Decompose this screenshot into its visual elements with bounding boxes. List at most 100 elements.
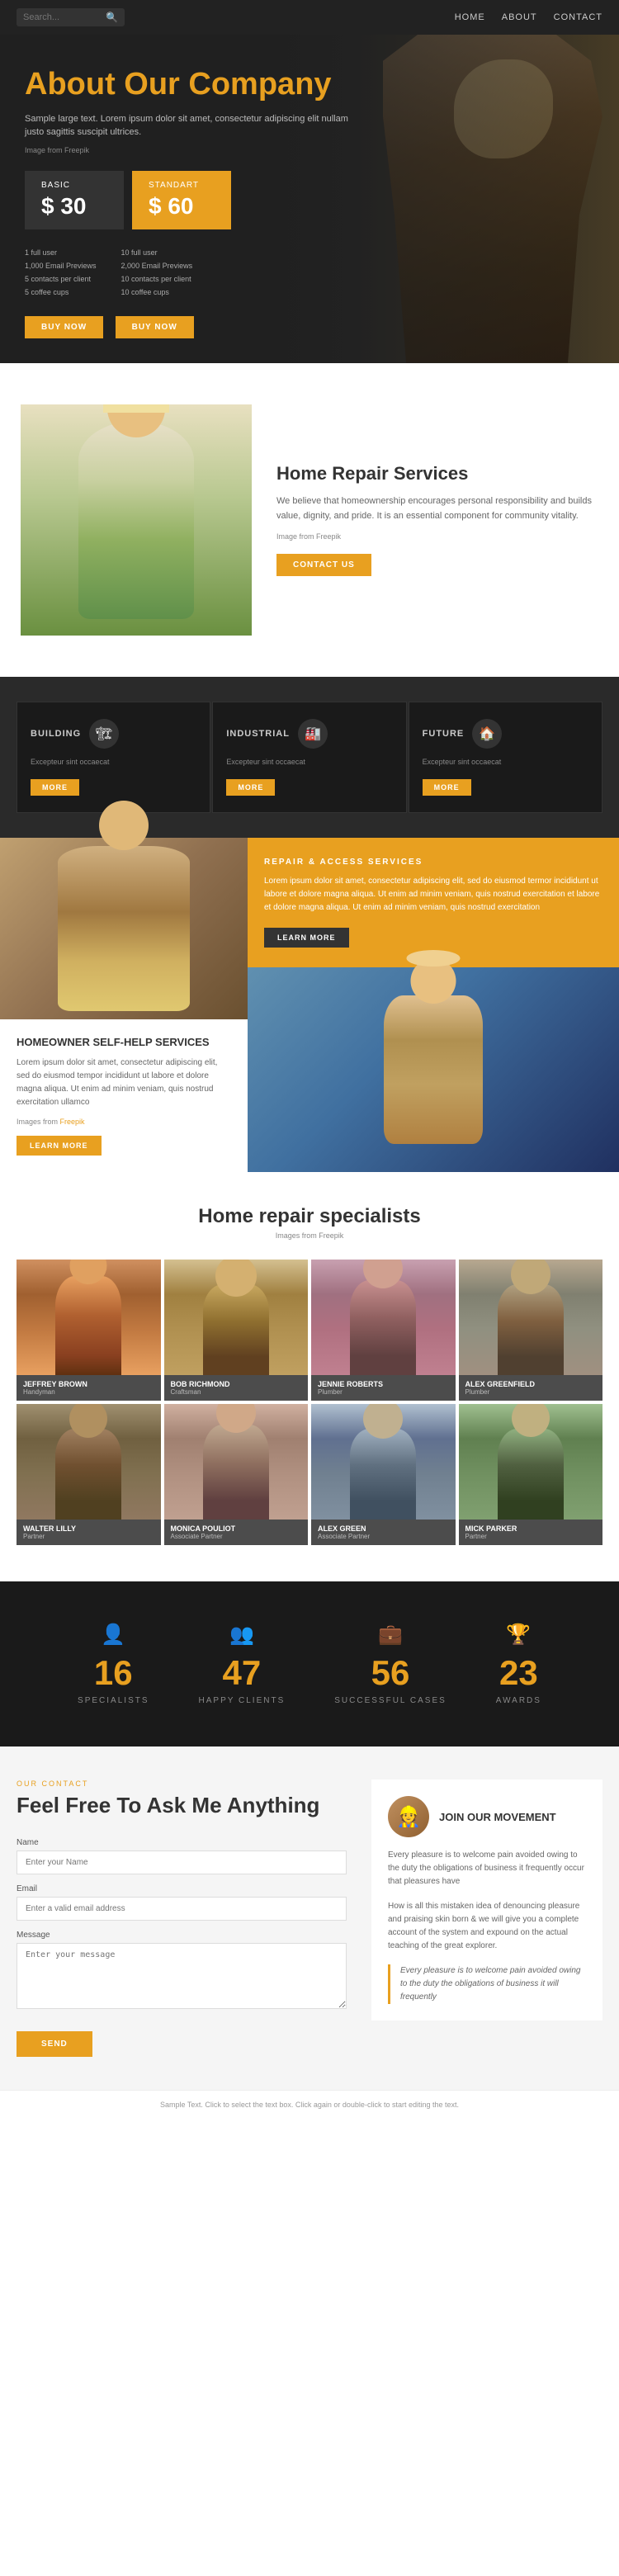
search-container[interactable]: 🔍 [17, 8, 125, 26]
services-row: Home Repair Services We believe that hom… [21, 404, 598, 636]
nav-links: HOME ABOUT CONTACT [455, 12, 602, 22]
nav-contact[interactable]: CONTACT [554, 12, 602, 22]
bob-role: Craftsman [171, 1388, 302, 1396]
repair-access-desc: Lorem ipsum dolor sit amet, consectetur … [264, 875, 602, 915]
homeowner-learn-button[interactable]: LEARN MORE [17, 1136, 102, 1156]
clients-number: 47 [199, 1653, 286, 1693]
message-input[interactable] [17, 1943, 347, 2009]
homeowner-desc: Lorem ipsum dolor sit amet, consectetur … [17, 1056, 231, 1109]
freepik-link[interactable]: Freepik [60, 1118, 85, 1126]
search-input[interactable] [23, 12, 106, 22]
future-more-button[interactable]: MORE [423, 779, 471, 796]
alex-g-name: ALEX GREENFIELD [465, 1380, 597, 1388]
jeffrey-info: JEFFREY BROWN Handyman [17, 1375, 161, 1401]
monica-role: Associate Partner [171, 1533, 302, 1540]
dark-services-section: BUILDING 🏗 Excepteur sint occaecat MORE … [0, 677, 619, 839]
specialists-grid: JEFFREY BROWN Handyman BOB RICHMOND Craf… [17, 1260, 602, 1545]
future-desc: Excepteur sint occaecat [423, 757, 588, 768]
standard-price: $ 60 [149, 193, 215, 220]
walter-role: Partner [23, 1533, 154, 1540]
email-input[interactable] [17, 1897, 347, 1921]
contact-right: 👷 JOIN OUR MOVEMENT Every pleasure is to… [371, 1780, 602, 2057]
walter-info: WALTER LILLY Partner [17, 1520, 161, 1545]
alex-green-photo [311, 1404, 456, 1520]
stat-clients: 👥 47 HAPPY CLIENTS [199, 1623, 286, 1705]
contact-section: OUR CONTACT Feel Free To Ask Me Anything… [0, 1746, 619, 2090]
monica-info: MONICA POULIOT Associate Partner [164, 1520, 309, 1545]
specialist-alex-green: ALEX GREEN Associate Partner [311, 1404, 456, 1545]
worker-figure [21, 404, 252, 636]
home-repair-section: Home Repair Services We believe that hom… [0, 363, 619, 677]
contact-form: OUR CONTACT Feel Free To Ask Me Anything… [17, 1780, 347, 2057]
homeowner-freepik: Images from Freepik [17, 1118, 231, 1126]
cases-icon: 💼 [334, 1623, 447, 1647]
repair-section: HOMEOWNER SELF-HELP SERVICES Lorem ipsum… [0, 838, 619, 1172]
building-card: BUILDING 🏗 Excepteur sint occaecat MORE [17, 702, 210, 814]
name-group: Name [17, 1838, 347, 1874]
monica-name: MONICA POULIOT [171, 1524, 302, 1533]
specialist-monica: MONICA POULIOT Associate Partner [164, 1404, 309, 1545]
movement-desc-2: How is all this mistaken idea of denounc… [388, 1900, 586, 1953]
stat-awards: 🏆 23 AWARDS [496, 1623, 541, 1705]
repair-left: HOMEOWNER SELF-HELP SERVICES Lorem ipsum… [0, 838, 248, 1172]
basic-price-card: BASIC $ 30 [25, 171, 124, 229]
stats-row: 👤 16 SPECIALISTS 👥 47 HAPPY CLIENTS 💼 56… [17, 1623, 602, 1705]
building-title: BUILDING [31, 729, 81, 739]
bob-photo [164, 1260, 309, 1375]
mick-photo [459, 1404, 603, 1520]
walter-name: WALTER LILLY [23, 1524, 154, 1533]
basic-features: 1 full user 1,000 Email Previews 5 conta… [25, 246, 97, 300]
specialist-jeffrey: JEFFREY BROWN Handyman [17, 1260, 161, 1401]
hero-section: About Our Company Sample large text. Lor… [0, 35, 619, 363]
specialists-freepik: Images from Freepik [17, 1231, 602, 1240]
movement-title: JOIN OUR MOVEMENT [439, 1811, 556, 1823]
movement-avatar: 👷 [388, 1796, 429, 1837]
jennie-role: Plumber [318, 1388, 449, 1396]
mick-info: MICK PARKER Partner [459, 1520, 603, 1545]
alex-green-role: Associate Partner [318, 1533, 449, 1540]
industrial-title: INDUSTRIAL [226, 729, 290, 739]
jeffrey-role: Handyman [23, 1388, 154, 1396]
movement-card: 👷 JOIN OUR MOVEMENT Every pleasure is to… [371, 1780, 602, 2021]
repair-access-card: REPAIR & ACCESS SERVICES Lorem ipsum dol… [248, 838, 619, 967]
hero-content: About Our Company Sample large text. Lor… [0, 35, 380, 363]
specialist-mick: MICK PARKER Partner [459, 1404, 603, 1545]
pricing-cards: BASIC $ 30 STANDART $ 60 [25, 171, 355, 229]
jennie-info: JENNIE ROBERTS Plumber [311, 1375, 456, 1401]
buy-now-standard-button[interactable]: BUY NOW [116, 316, 194, 338]
repair-right: REPAIR & ACCESS SERVICES Lorem ipsum dol… [248, 838, 619, 1172]
movement-header: 👷 JOIN OUR MOVEMENT [388, 1796, 586, 1837]
building-more-button[interactable]: MORE [31, 779, 79, 796]
cases-number: 56 [334, 1653, 447, 1693]
alex-green-info: ALEX GREEN Associate Partner [311, 1520, 456, 1545]
alex-g-info: ALEX GREENFIELD Plumber [459, 1375, 603, 1401]
specialists-title: Home repair specialists [17, 1205, 602, 1228]
industrial-desc: Excepteur sint occaecat [226, 757, 392, 768]
name-label: Name [17, 1838, 347, 1847]
industrial-header: INDUSTRIAL 🏭 [226, 719, 392, 749]
awards-label: AWARDS [496, 1696, 541, 1705]
specialist-bob: BOB RICHMOND Craftsman [164, 1260, 309, 1401]
nav-home[interactable]: HOME [455, 12, 485, 22]
clients-icon: 👥 [199, 1623, 286, 1647]
standard-label: STANDART [149, 181, 215, 190]
contact-us-button[interactable]: CONTACT US [276, 554, 371, 576]
footer: Sample Text. Click to select the text bo… [0, 2090, 619, 2119]
services-freepik: Image from Freepik [276, 532, 598, 541]
specialist-jennie: JENNIE ROBERTS Plumber [311, 1260, 456, 1401]
hero-description: Sample large text. Lorem ipsum dolor sit… [25, 112, 355, 139]
building-icon: 🏗 [89, 719, 119, 749]
awards-icon: 🏆 [496, 1623, 541, 1647]
bob-name: BOB RICHMOND [171, 1380, 302, 1388]
mick-name: MICK PARKER [465, 1524, 597, 1533]
dark-cards: BUILDING 🏗 Excepteur sint occaecat MORE … [17, 702, 602, 814]
name-input[interactable] [17, 1850, 347, 1874]
message-group: Message [17, 1931, 347, 2013]
industrial-more-button[interactable]: MORE [226, 779, 275, 796]
specialist-alex-g: ALEX GREENFIELD Plumber [459, 1260, 603, 1401]
repair-access-learn-button[interactable]: LEARN MORE [264, 928, 349, 948]
buy-now-basic-button[interactable]: BUY NOW [25, 316, 103, 338]
submit-button[interactable]: SEND [17, 2031, 92, 2057]
nav-about[interactable]: ABOUT [502, 12, 537, 22]
navigation: 🔍 HOME ABOUT CONTACT [0, 0, 619, 35]
